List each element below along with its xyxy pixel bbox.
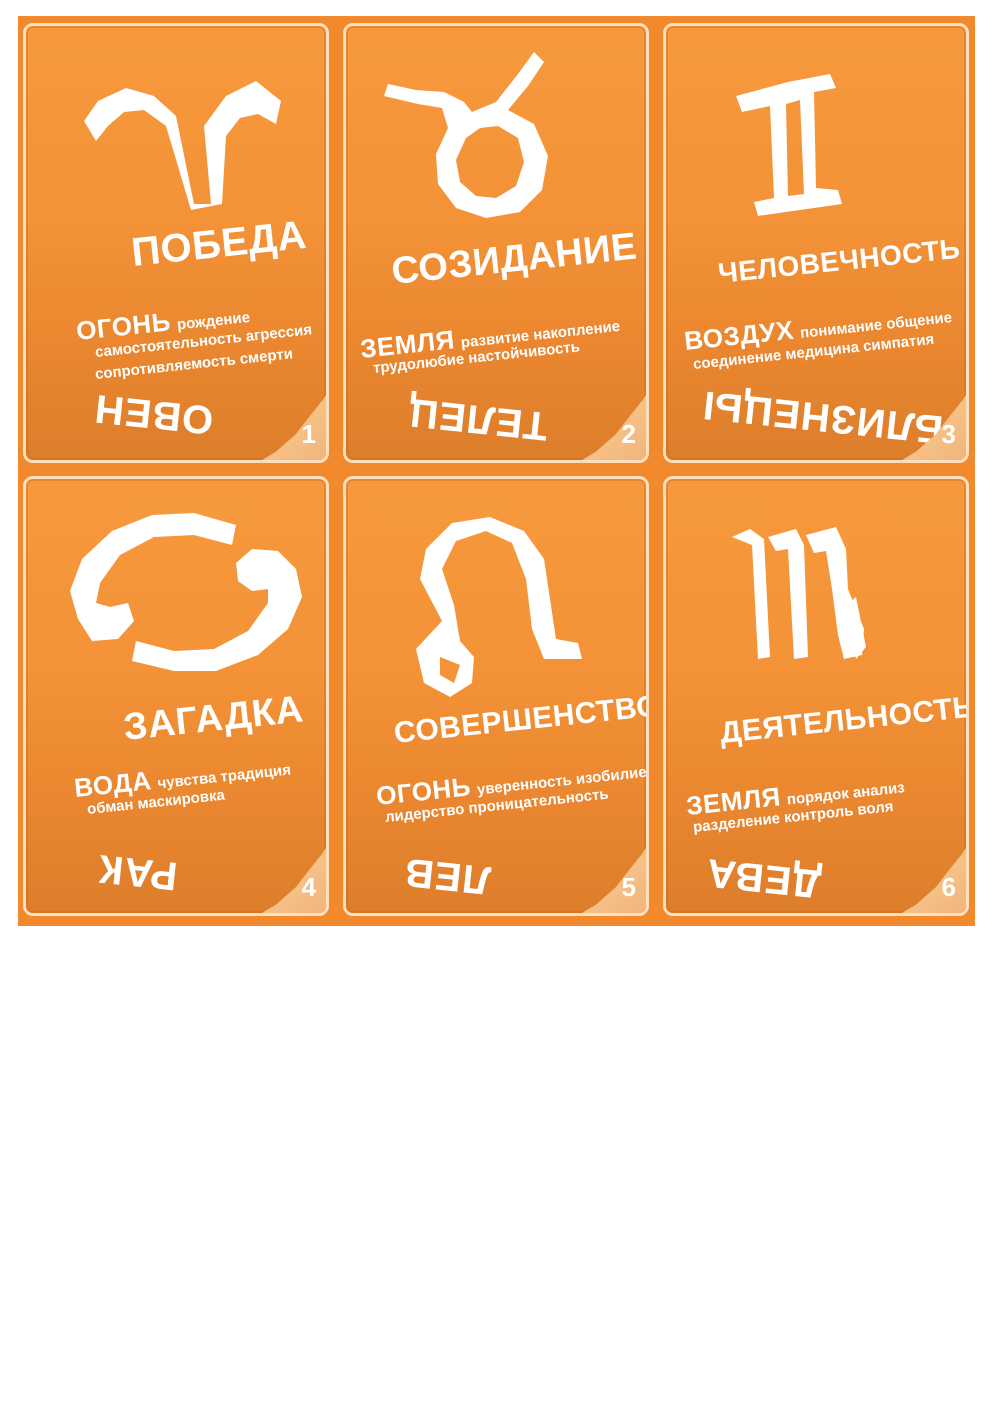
zodiac-card-5: СОВЕРШЕНСТВО ОГОНЬ уверенность изобилие л…	[343, 476, 649, 916]
card-corner	[572, 386, 646, 460]
card-sign-name: БЛИЗНЕЦЫ	[700, 382, 946, 452]
card-number: 1	[301, 419, 316, 449]
taurus-icon	[384, 52, 548, 218]
card-number: 5	[621, 872, 636, 902]
card-number: 6	[941, 872, 956, 902]
card-corner	[892, 839, 966, 913]
card-sign-name: ЛЕВ	[401, 849, 493, 903]
zodiac-card-1: ПОБЕДА ОГОНЬ рождение самостоятельность а…	[23, 23, 329, 463]
card-sheet: ПОБЕДА ОГОНЬ рождение самостоятельность а…	[18, 16, 975, 926]
zodiac-card-3: ЧЕЛОВЕЧНОСТЬ ВОЗДУХ понимание общение сое…	[663, 23, 969, 463]
cancer-icon	[70, 513, 302, 671]
zodiac-card-6: ДЕЯТЕЛЬНОСТЬ ЗЕМЛЯ порядок анализ разделе…	[663, 476, 969, 916]
virgo-icon	[732, 527, 866, 659]
card-corner	[252, 386, 326, 460]
card-sign-name: ДЕВА	[703, 850, 823, 906]
card-number: 4	[301, 872, 316, 902]
zodiac-card-4: ЗАГАДКА ВОДА чувства традиция обман маски…	[23, 476, 329, 916]
card-number: 2	[621, 419, 636, 449]
card-sign-name: ТЕЛЕЦ	[406, 389, 550, 449]
zodiac-card-2: СОЗИДАНИЕ ЗЕМЛЯ развитие накопление трудо…	[343, 23, 649, 463]
leo-icon	[416, 517, 582, 697]
card-corner	[252, 839, 326, 913]
card-sign-name: ОВЕН	[91, 385, 216, 443]
card-sign-name: РАК	[95, 845, 180, 899]
card-number: 3	[941, 419, 956, 449]
card-keywords: чувства традиция	[156, 761, 292, 793]
card-corner	[572, 839, 646, 913]
gemini-icon	[736, 74, 842, 216]
